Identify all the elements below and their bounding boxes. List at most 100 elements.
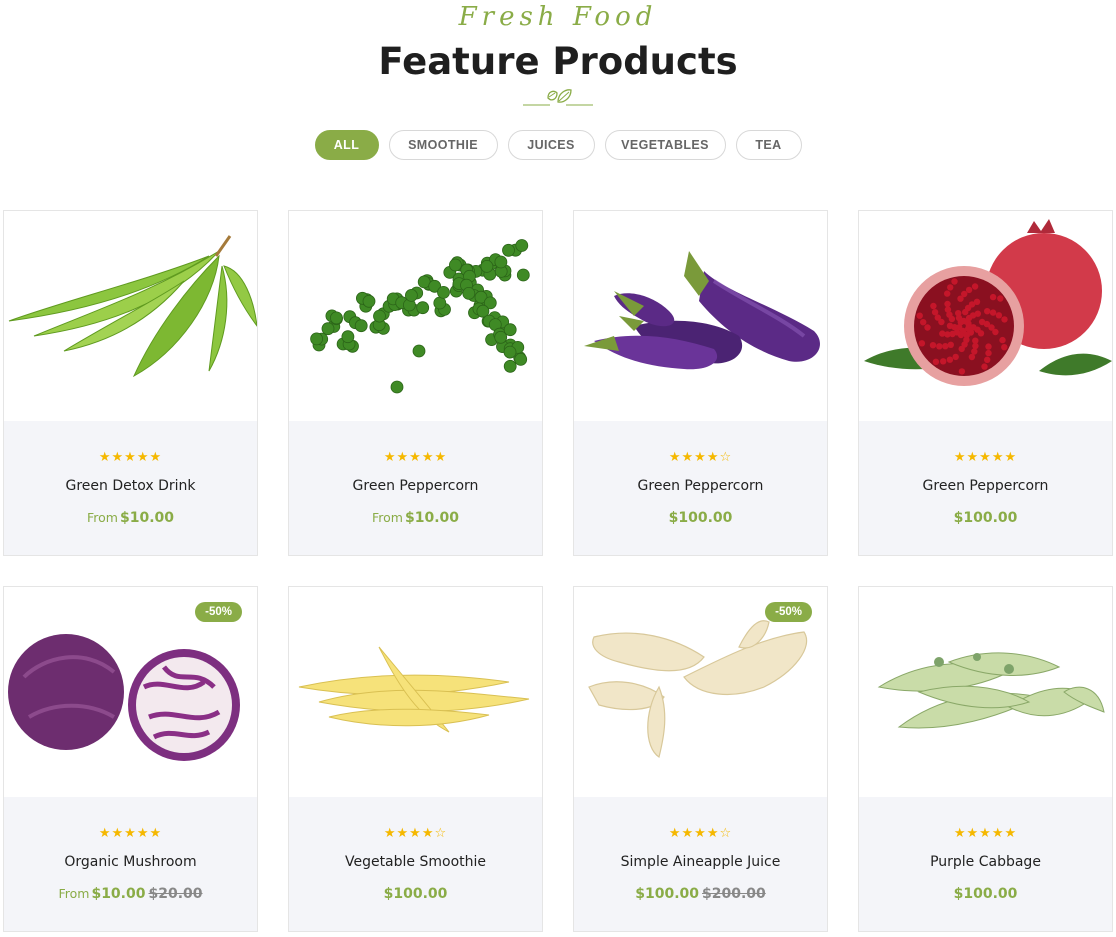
filter-all[interactable]: ALL: [314, 130, 379, 160]
rating-stars: ★★★★★: [859, 827, 1112, 841]
star-filled-icon: ★: [98, 450, 112, 465]
star-filled-icon: ★: [421, 450, 435, 465]
star-filled-icon: ★: [1004, 826, 1018, 841]
product-card[interactable]: ★★★★★ Purple Cabbage $100.00: [858, 586, 1113, 932]
star-filled-icon: ★: [149, 826, 163, 841]
product-name[interactable]: Green Peppercorn: [574, 478, 827, 494]
discount-badge: -50%: [195, 602, 242, 622]
product-info: ★★★★☆ Simple Aineapple Juice $100.00 $200.0…: [574, 797, 827, 931]
price-row: $100.00: [574, 510, 827, 526]
discount-badge: -50%: [765, 602, 812, 622]
product-card[interactable]: ★★★★★ Green Peppercorn From $10.00: [288, 210, 543, 556]
pomegranate-image: [864, 219, 1112, 386]
star-filled-icon: ★: [434, 450, 448, 465]
price-row: From $10.00: [4, 510, 257, 526]
product-info: ★★★★★ Green Detox Drink From $10.00: [4, 421, 257, 555]
star-filled-icon: ★: [706, 826, 720, 841]
star-filled-icon: ★: [383, 450, 397, 465]
product-image[interactable]: [289, 211, 542, 421]
star-filled-icon: ★: [409, 450, 422, 465]
eggplant-image: [584, 251, 820, 370]
star-filled-icon: ★: [966, 450, 980, 465]
star-filled-icon: ★: [979, 450, 992, 465]
star-filled-icon: ★: [694, 826, 707, 841]
product-image[interactable]: [574, 211, 827, 421]
star-filled-icon: ★: [979, 826, 992, 841]
product-info: ★★★★★ Green Peppercorn From $10.00: [289, 421, 542, 555]
rating-stars: ★★★★★: [859, 451, 1112, 465]
star-filled-icon: ★: [136, 450, 150, 465]
product-name[interactable]: Simple Aineapple Juice: [574, 854, 827, 870]
product-price: $10.00: [404, 510, 459, 526]
rating-stars: ★★★★★: [4, 451, 257, 465]
star-filled-icon: ★: [421, 826, 435, 841]
star-filled-icon: ★: [1004, 450, 1018, 465]
star-filled-icon: ★: [396, 450, 410, 465]
filter-tea[interactable]: TEA: [735, 130, 802, 160]
price-from-label: From: [86, 510, 118, 525]
price-row: $100.00: [859, 886, 1112, 902]
product-price: $100.00: [953, 510, 1018, 526]
product-image[interactable]: [289, 587, 542, 797]
star-filled-icon: ★: [991, 450, 1005, 465]
product-name[interactable]: Organic Mushroom: [4, 854, 257, 870]
price-from-label: From: [58, 886, 90, 901]
price-row: $100.00 $200.00: [574, 886, 827, 902]
star-filled-icon: ★: [706, 450, 720, 465]
baby-corn-image: [298, 646, 530, 733]
product-info: ★★★★★ Organic Mushroom From $10.00 $20.00: [4, 797, 257, 931]
product-image[interactable]: [859, 211, 1112, 421]
section-script-title: Fresh Food: [458, 2, 658, 32]
leaf-divider-icon: [523, 89, 593, 106]
category-filter-bar: ALL SMOOTHIE JUICES VEGETABLES TEA: [0, 130, 1116, 160]
star-filled-icon: ★: [409, 826, 422, 841]
price-row: $100.00: [859, 510, 1112, 526]
filter-vegetables[interactable]: VEGETABLES: [604, 130, 726, 160]
star-empty-icon: ☆: [719, 450, 733, 465]
product-card[interactable]: ★★★★★ Green Peppercorn $100.00: [858, 210, 1113, 556]
star-filled-icon: ★: [111, 450, 125, 465]
rating-stars: ★★★★☆: [574, 827, 827, 841]
product-name[interactable]: Vegetable Smoothie: [289, 854, 542, 870]
filter-smoothie[interactable]: SMOOTHIE: [388, 130, 498, 160]
product-card[interactable]: ★★★★★ Green Detox Drink From $10.00: [3, 210, 258, 556]
star-filled-icon: ★: [383, 826, 397, 841]
product-name[interactable]: Purple Cabbage: [859, 854, 1112, 870]
product-image[interactable]: [4, 211, 257, 421]
green-beans-image: [8, 235, 257, 378]
product-info: ★★★★☆ Vegetable Smoothie $100.00: [289, 797, 542, 931]
product-price: $10.00: [91, 886, 146, 902]
star-filled-icon: ★: [124, 826, 137, 841]
product-price: $10.00: [119, 510, 174, 526]
product-info: ★★★★★ Purple Cabbage $100.00: [859, 797, 1112, 931]
filter-juices[interactable]: JUICES: [507, 130, 595, 160]
star-filled-icon: ★: [98, 826, 112, 841]
product-price: $100.00: [953, 886, 1018, 902]
product-card[interactable]: ★★★★☆ Vegetable Smoothie $100.00: [288, 586, 543, 932]
product-info: ★★★★★ Green Peppercorn $100.00: [859, 421, 1112, 555]
product-name[interactable]: Green Peppercorn: [859, 478, 1112, 494]
star-empty-icon: ☆: [434, 826, 448, 841]
product-card[interactable]: -50% ★★★★★ Organic Mushroom From $10.00 $20.0…: [3, 586, 258, 932]
star-filled-icon: ★: [136, 826, 150, 841]
section-title: Feature Products: [378, 40, 738, 83]
price-row: From $10.00: [289, 510, 542, 526]
product-card[interactable]: -50% ★★★★☆ Simple Aineapple Juice $100.00 $2…: [573, 586, 828, 932]
product-image[interactable]: [859, 587, 1112, 797]
star-filled-icon: ★: [681, 826, 695, 841]
product-name[interactable]: Green Peppercorn: [289, 478, 542, 494]
product-price: $100.00: [635, 886, 699, 902]
price-row: $100.00: [289, 886, 542, 902]
star-filled-icon: ★: [681, 450, 695, 465]
star-filled-icon: ★: [396, 826, 410, 841]
green-chilies-image: [877, 652, 1105, 729]
product-old-price: $20.00: [148, 886, 203, 902]
peppercorn-image: [310, 239, 530, 394]
product-old-price: $200.00: [702, 886, 766, 902]
product-name[interactable]: Green Detox Drink: [4, 478, 257, 494]
star-filled-icon: ★: [668, 450, 682, 465]
star-filled-icon: ★: [953, 826, 967, 841]
star-filled-icon: ★: [966, 826, 980, 841]
star-filled-icon: ★: [953, 450, 967, 465]
product-card[interactable]: ★★★★☆ Green Peppercorn $100.00: [573, 210, 828, 556]
